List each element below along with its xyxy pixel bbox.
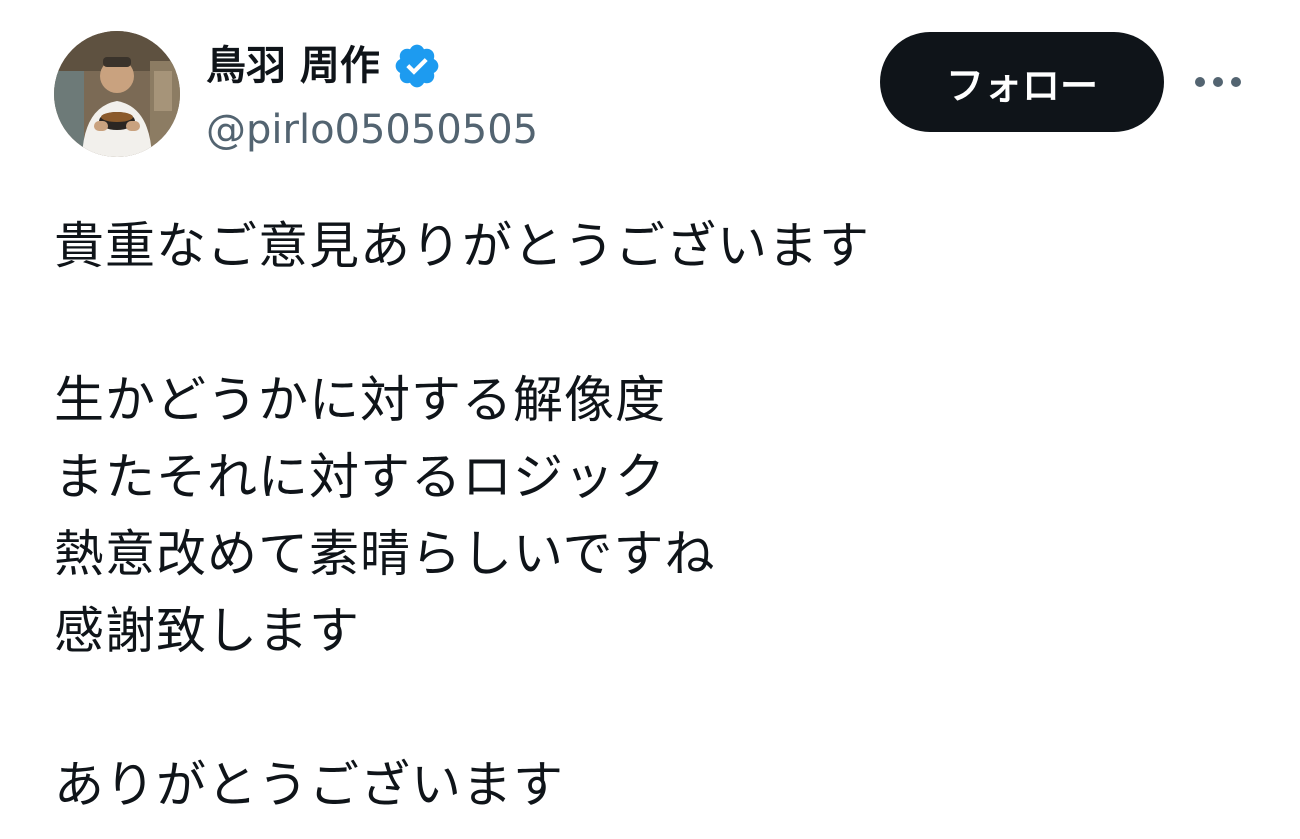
avatar[interactable] [54,31,180,157]
tweet-line: 熱意改めて素晴らしいですね [54,525,716,583]
author-handle[interactable]: @pirlo05050505 [206,104,538,156]
display-name[interactable]: 鳥羽 周作 [206,38,380,94]
avatar-photo [54,31,180,157]
follow-button[interactable]: フォロー [880,32,1164,132]
tweet-line: 貴重なご意見ありがとうございます [54,217,870,275]
author-name-row: 鳥羽 周作 [206,38,442,94]
tweet-line: 感謝致します [54,602,360,660]
verified-badge-icon[interactable] [392,41,442,91]
more-options-button[interactable] [1188,60,1248,104]
tweet-text: 貴重なご意見ありがとうございます 生かどうかに対する解像度 またそれに対するロジ… [54,208,1254,824]
tweet-line: ありがとうございます [54,756,564,814]
tweet-line: 生かどうかに対する解像度 [54,371,666,429]
tweet-line: またそれに対するロジック [54,448,666,506]
more-horizontal-icon [1195,77,1241,87]
